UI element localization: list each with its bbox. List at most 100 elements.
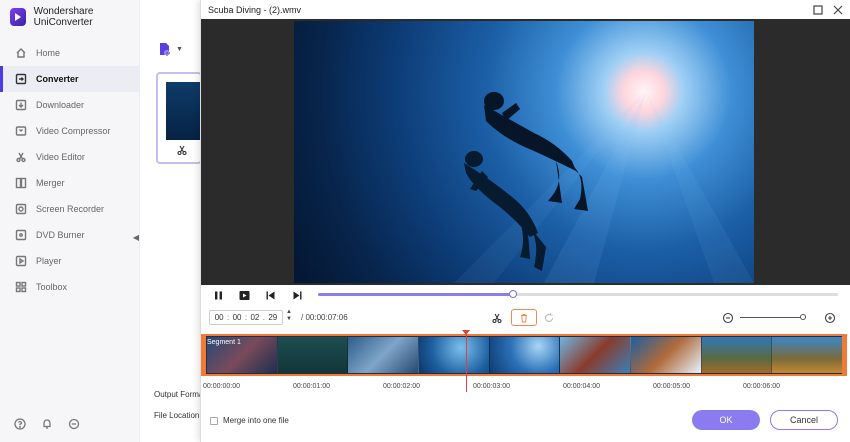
grid-icon [15,281,27,293]
sidebar-item-label: Player [36,256,62,266]
cancel-button[interactable]: Cancel [770,410,838,430]
sidebar-item-screen-recorder[interactable]: Screen Recorder [0,196,140,222]
bell-icon[interactable] [41,418,53,430]
total-duration: / 00:00:07:06 [301,313,348,322]
zoom-out-button[interactable] [719,309,737,326]
pause-button[interactable] [211,288,225,302]
compress-icon [15,126,27,136]
playback-progress-bar[interactable] [318,290,838,298]
playback-controls [201,285,850,305]
trim-start-handle[interactable] [203,336,206,374]
time-frames[interactable]: 29 [268,313,277,322]
timeline-frame [701,337,773,373]
ruler-label: 00:00:02:00 [383,383,420,390]
add-file-icon [160,43,170,56]
sidebar-item-label: Merger [36,178,65,188]
rotate-icon [544,312,554,322]
zoom-in-button[interactable] [821,309,839,326]
timeline-frame [348,337,420,373]
file-location-label: File Location: [154,411,200,420]
current-time-input[interactable]: 00 : 00 : 02 . 29 [209,310,283,325]
sidebar-item-merger[interactable]: Merger [0,170,140,196]
skip-forward-icon [293,291,301,299]
play-icon [15,255,27,267]
timeline-segment[interactable]: Segment 1 [201,334,847,376]
segment-label: Segment 1 [207,339,241,346]
progress-handle[interactable] [509,290,517,298]
play-button[interactable] [237,288,251,302]
app-logo-icon [10,8,26,26]
collapse-sidebar-button[interactable]: ◀ [130,230,142,244]
time-seconds[interactable]: 02 [250,313,259,322]
merge-checkbox[interactable] [210,417,218,425]
zoom-slider[interactable] [740,317,806,318]
sidebar-item-player[interactable]: Player [0,248,140,274]
sidebar-item-label: Screen Recorder [36,204,105,214]
sidebar-item-video-compressor[interactable]: Video Compressor [0,118,140,144]
scissors-icon [492,313,502,323]
chevron-left-icon: ◀ [132,232,140,242]
sidebar-item-label: Video Compressor [36,126,111,136]
dialog-title: Scuba Diving - (2).wmv [208,5,302,15]
scissors-icon[interactable] [176,144,188,156]
dialog-footer: Merge into one file OK Cancel [201,408,850,434]
next-frame-button[interactable] [290,288,304,302]
delete-segment-button[interactable] [511,309,537,326]
trim-end-handle[interactable] [842,336,845,374]
rotate-button[interactable] [540,309,558,326]
sidebar-item-toolbox[interactable]: Toolbox [0,274,140,300]
feedback-icon[interactable] [68,418,80,430]
merge-label: Merge into one file [223,416,289,425]
sidebar-item-converter[interactable]: Converter [0,66,140,92]
sidebar-item-label: Downloader [36,100,85,110]
ruler-label: 00:00:01:00 [293,383,330,390]
ruler-label: 00:00:04:00 [563,383,600,390]
add-file-button[interactable]: ▼ [157,41,183,57]
ruler-label: 00:00:06:00 [743,383,780,390]
chevron-up-icon[interactable]: ▲ [285,309,293,316]
maximize-button[interactable] [811,3,825,17]
time-row: 00 : 00 : 02 . 29 ▲ ▼ / 00:00:07:06 [201,308,850,328]
sidebar-item-downloader[interactable]: Downloader [0,92,140,118]
merge-icon [15,177,27,189]
sidebar-item-label: Toolbox [36,282,68,292]
progress-fill [318,293,513,296]
ruler-label: 00:00:05:00 [653,383,690,390]
maximize-icon [813,5,823,15]
close-button[interactable] [831,3,845,17]
cut-button[interactable] [488,309,506,326]
help-icon[interactable] [14,418,26,430]
timeline-frame [772,337,844,373]
chevron-down-icon[interactable]: ▼ [285,316,293,323]
sidebar-item-dvd-burner[interactable]: DVD Burner [0,222,140,248]
timeline-frame [419,337,490,373]
sidebar-bottom-icons [14,418,80,430]
ruler-label: 00:00:03:00 [473,383,510,390]
timeline-frame [560,337,632,373]
trash-icon [521,313,527,322]
diver-silhouettes [454,91,754,283]
zoom-slider-handle[interactable] [799,314,806,320]
download-icon [15,99,27,111]
file-thumbnail-card[interactable] [156,72,202,164]
output-format-label: Output Format: [154,390,200,399]
trim-dialog: Scuba Diving - (2).wmv 00: 00: 02 . 29… [200,0,850,442]
time-stepper[interactable]: ▲ ▼ [285,309,293,325]
time-minutes[interactable]: 00 [233,313,242,322]
video-frame[interactable] [294,21,754,283]
ruler-label: 00:00:00:00 [203,383,240,390]
skip-back-icon [266,291,274,299]
sidebar-item-video-editor[interactable]: Video Editor [0,144,140,170]
record-icon [15,203,27,215]
sidebar: Wondershare UniConverter Home Converter … [0,0,140,442]
app-name: Wondershare UniConverter [33,6,94,28]
sidebar-item-label: Video Editor [36,152,85,162]
sidebar-item-label: DVD Burner [36,230,85,240]
ok-button[interactable]: OK [692,410,760,430]
previous-frame-button[interactable] [263,288,277,302]
video-preview-area [201,19,850,285]
sidebar-item-home[interactable]: Home [0,40,140,66]
brand: Wondershare UniConverter [10,6,139,28]
zoom-in-icon [824,312,836,323]
time-hours[interactable]: 00 [215,313,224,322]
